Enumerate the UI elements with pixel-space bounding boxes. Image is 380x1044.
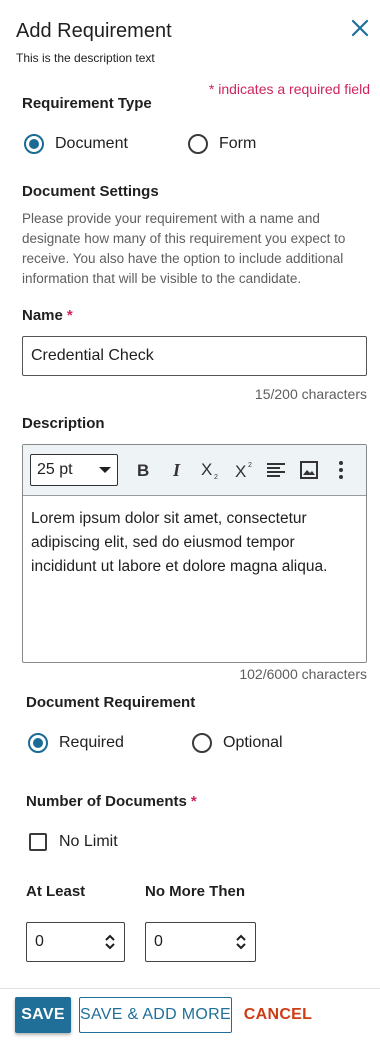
close-button[interactable]: [348, 16, 372, 40]
number-of-documents-label-text: Number of Documents: [26, 793, 187, 810]
document-requirement-label: Document Requirement: [26, 694, 196, 711]
name-char-counter: 15/200 characters: [254, 386, 367, 402]
svg-text:X: X: [201, 460, 212, 479]
stepper-arrows-icon[interactable]: [104, 933, 116, 951]
subscript-button[interactable]: X2: [199, 458, 223, 482]
cancel-button[interactable]: CANCEL: [244, 997, 312, 1033]
svg-text:2: 2: [214, 474, 218, 480]
dialog-title: Add Requirement: [16, 20, 172, 42]
footer-divider: [0, 988, 380, 989]
subscript-icon: X2: [201, 460, 218, 480]
radio-form[interactable]: Form: [188, 134, 256, 154]
no-limit-checkbox[interactable]: [29, 833, 47, 851]
radio-required-label: Required: [59, 734, 124, 751]
name-label: Name *: [22, 307, 73, 324]
italic-button[interactable]: I: [165, 458, 189, 482]
description-label: Description: [22, 415, 105, 432]
close-icon: [351, 19, 369, 37]
more-options-button[interactable]: [329, 458, 353, 482]
number-of-documents-required-mark: *: [190, 793, 197, 810]
more-vertical-icon: [339, 461, 343, 479]
font-size-value: 25 pt: [37, 461, 73, 478]
description-text-area[interactable]: Lorem ipsum dolor sit amet, consectetur …: [31, 507, 361, 579]
no-more-stepper[interactable]: 0: [145, 922, 256, 962]
document-settings-label: Document Settings: [22, 183, 159, 200]
description-editor[interactable]: 25 pt B I X2 X2 Lorem ipsum dolor sit am…: [22, 444, 367, 663]
radio-document-indicator[interactable]: [24, 134, 44, 154]
superscript-icon: X2: [235, 462, 252, 480]
document-settings-help: Please provide your requirement with a n…: [22, 211, 346, 286]
save-and-add-more-button[interactable]: SAVE & ADD MORE: [79, 997, 232, 1033]
dialog-subtitle: This is the description text: [16, 51, 155, 65]
radio-optional-indicator[interactable]: [192, 733, 212, 753]
svg-text:I: I: [172, 461, 181, 479]
name-label-text: Name: [22, 307, 63, 324]
at-least-stepper[interactable]: 0: [26, 922, 125, 962]
svg-text:X: X: [235, 462, 246, 480]
no-more-label: No More Then: [145, 883, 245, 900]
no-limit-checkbox-row[interactable]: No Limit: [29, 833, 118, 851]
save-button[interactable]: SAVE: [15, 997, 71, 1033]
at-least-label: At Least: [26, 883, 86, 900]
chevron-down-icon: [99, 467, 111, 473]
editor-toolbar: 25 pt B I X2 X2: [23, 445, 366, 496]
description-char-counter: 102/6000 characters: [239, 666, 367, 682]
no-more-value: 0: [154, 933, 163, 950]
stepper-arrows-icon[interactable]: [235, 933, 247, 951]
radio-optional[interactable]: Optional: [192, 733, 283, 753]
radio-document[interactable]: Document: [24, 134, 128, 154]
svg-text:2: 2: [248, 462, 252, 469]
bold-icon: B: [137, 461, 149, 479]
name-input[interactable]: [22, 336, 367, 376]
no-limit-label: No Limit: [59, 833, 118, 850]
radio-required-indicator[interactable]: [28, 733, 48, 753]
name-required-mark: *: [66, 307, 73, 324]
requirement-type-label: Requirement Type: [22, 95, 152, 112]
italic-icon: I: [172, 461, 181, 479]
align-icon: [267, 463, 285, 477]
radio-form-label: Form: [219, 135, 257, 152]
radio-optional-label: Optional: [223, 734, 283, 751]
image-icon: [300, 461, 318, 479]
number-of-documents-label: Number of Documents *: [26, 793, 197, 810]
at-least-value: 0: [35, 933, 44, 950]
radio-document-label: Document: [55, 135, 128, 152]
image-button[interactable]: [297, 458, 321, 482]
radio-form-indicator[interactable]: [188, 134, 208, 154]
align-button[interactable]: [264, 458, 288, 482]
font-size-select[interactable]: 25 pt: [30, 454, 118, 486]
svg-text:B: B: [137, 461, 149, 479]
required-field-note: * indicates a required field: [208, 81, 370, 97]
superscript-button[interactable]: X2: [233, 458, 257, 482]
bold-button[interactable]: B: [131, 458, 155, 482]
radio-required[interactable]: Required: [28, 733, 124, 753]
